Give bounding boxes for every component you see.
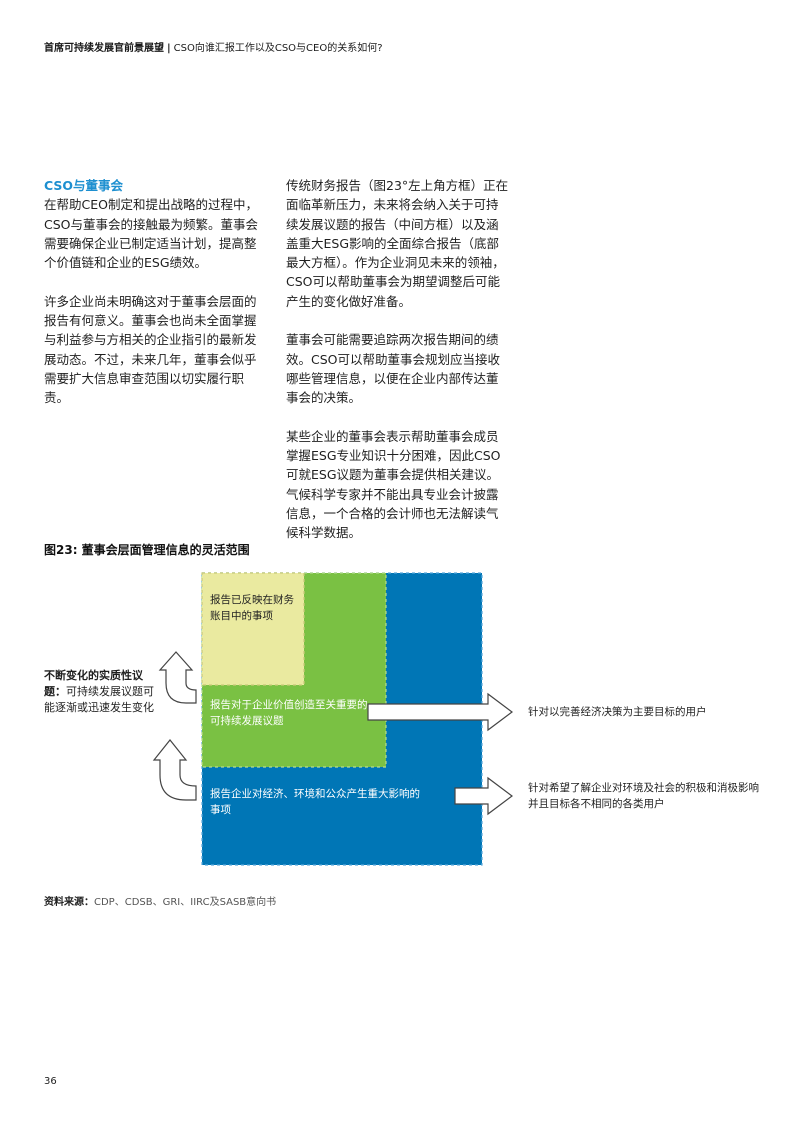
source-text: CDP、CDSB、GRI、IIRC及SASB意向书 <box>94 897 277 908</box>
right-column: 传统财务报告（图23°左上角方框）正在面临革新压力，未来将会纳入关于可持续发展议… <box>286 176 510 562</box>
user-label-economic: 针对以完善经济决策为主要目标的用户 <box>528 706 707 718</box>
left-paragraph-2: 许多企业尚未明确这对于董事会层面的报告有何意义。董事会也尚未全面掌握与利益参与方… <box>44 293 257 406</box>
material-issues-label: 不断变化的实质性议题：可持续发展议题可能逐渐或迅速发生变化 <box>44 668 156 716</box>
left-paragraph-1: 在帮助CEO制定和提出战略的过程中，CSO与董事会的接触最为频繁。董事会需要确保… <box>44 197 259 271</box>
curved-arrow-upper <box>158 651 197 704</box>
yellow-box <box>201 572 305 686</box>
right-paragraph-2: 董事会可能需要追踪两次报告期间的绩效。CSO可以帮助董事会规划应当接收哪些管理信… <box>286 332 501 406</box>
figure-title: 图23: 董事会层面管理信息的灵活范围 <box>44 543 250 557</box>
blue-box-label: 报告企业对经济、环境和公众产生重大影响的事项 <box>210 788 420 816</box>
user-label-impact: 针对希望了解企业对环境及社会的积极和消极影响并且目标各不相同的各类用户 <box>528 782 759 810</box>
arrow-to-user-2 <box>454 776 513 816</box>
green-box-label: 报告对于企业价值创造至关重要的可持续发展议题 <box>210 699 368 727</box>
curved-arrow-lower <box>152 739 197 801</box>
yellow-box-label: 报告已反映在财务账目中的事项 <box>210 594 294 622</box>
right-paragraph-3: 某些企业的董事会表示帮助董事会成员掌握ESG专业知识十分困难，因此CSO可就ES… <box>286 428 501 541</box>
left-column: CSO与董事会 在帮助CEO制定和提出战略的过程中，CSO与董事会的接触最为频繁… <box>44 176 266 427</box>
header-title: 首席可持续发展官前景展望 <box>44 43 164 54</box>
arrow-to-user-1 <box>367 692 513 732</box>
source-note: 资料来源：CDP、CDSB、GRI、IIRC及SASB意向书 <box>44 896 276 910</box>
right-paragraph-1: 传统财务报告（图23°左上角方框）正在面临革新压力，未来将会纳入关于可持续发展议… <box>286 178 509 309</box>
section-title: CSO与董事会 <box>44 178 124 193</box>
header-separator: | <box>167 43 171 54</box>
source-label: 资料来源： <box>44 897 94 908</box>
running-header: 首席可持续发展官前景展望 | CSO向谁汇报工作以及CSO与CEO的关系如何? <box>44 42 383 56</box>
page-number: 36 <box>44 1076 57 1087</box>
header-subtitle: CSO向谁汇报工作以及CSO与CEO的关系如何? <box>173 43 383 54</box>
